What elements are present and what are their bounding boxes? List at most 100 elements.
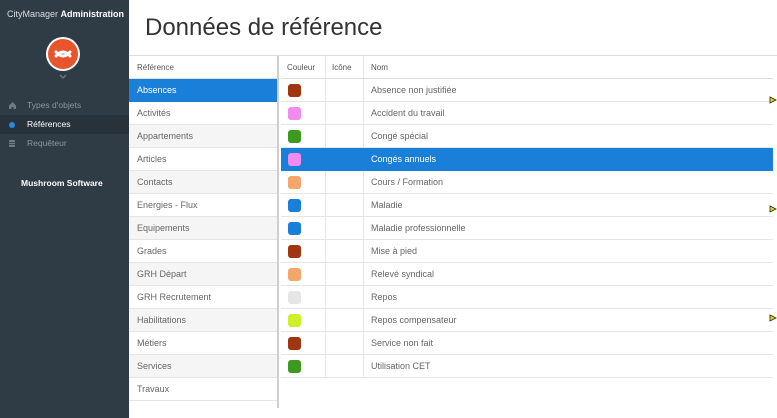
app-suffix: Administration	[60, 9, 125, 19]
reference-item-appartements[interactable]: Appartements	[129, 125, 277, 148]
page-title: Données de référence	[145, 14, 383, 41]
reference-item-grh-depart[interactable]: GRH Départ	[129, 263, 277, 286]
table-body: Absence non justifiée Accident du travail…	[281, 79, 773, 378]
icon-cell	[326, 240, 364, 262]
color-cell	[281, 194, 326, 216]
table-row[interactable]: Repos	[281, 286, 773, 309]
table-row[interactable]: Relevé syndical	[281, 263, 773, 286]
dot-icon	[7, 115, 17, 134]
scroll-right-arrow-icon[interactable]	[769, 96, 777, 104]
scroll-right-arrow-icon[interactable]	[769, 205, 777, 213]
sidebar-item-label: Références	[27, 119, 71, 129]
table-row[interactable]: Utilisation CET	[281, 355, 773, 378]
table-row[interactable]: Service non fait	[281, 332, 773, 355]
color-swatch	[288, 337, 301, 350]
reference-items: Absences Activités Appartements Articles…	[129, 79, 277, 401]
column-header-nom[interactable]: Nom	[364, 56, 773, 78]
icon-cell	[326, 286, 364, 308]
color-cell	[281, 309, 326, 331]
reference-item-equipements[interactable]: Equipements	[129, 217, 277, 240]
reference-item-metiers[interactable]: Métiers	[129, 332, 277, 355]
table-row[interactable]: Congé spécial	[281, 125, 773, 148]
name-cell: Accident du travail	[371, 108, 445, 118]
icon-cell	[326, 263, 364, 285]
table-row[interactable]: Maladie	[281, 194, 773, 217]
table-row[interactable]: Accident du travail	[281, 102, 773, 125]
color-cell	[281, 355, 326, 377]
color-swatch	[288, 84, 301, 97]
color-swatch	[288, 153, 301, 166]
chevron-down-icon[interactable]	[58, 73, 68, 81]
color-swatch	[288, 176, 301, 189]
color-swatch	[288, 360, 301, 373]
database-icon	[7, 134, 17, 153]
color-swatch	[288, 130, 301, 143]
reference-item-habilitations[interactable]: Habilitations	[129, 309, 277, 332]
name-cell: Service non fait	[371, 338, 434, 348]
icon-cell	[326, 194, 364, 216]
color-cell	[281, 102, 326, 124]
icon-cell	[326, 148, 364, 170]
name-cell: Cours / Formation	[371, 177, 444, 187]
reference-item-energies-flux[interactable]: Energies - Flux	[129, 194, 277, 217]
table-row[interactable]: Congés annuels	[281, 148, 773, 171]
color-cell	[281, 171, 326, 193]
color-swatch	[288, 245, 301, 258]
name-cell: Repos	[371, 292, 398, 302]
reference-item-grh-recrutement[interactable]: GRH Recrutement	[129, 286, 277, 309]
name-cell: Utilisation CET	[371, 361, 431, 371]
app-name: CityManager	[7, 9, 59, 19]
color-cell	[281, 79, 326, 101]
home-icon	[7, 96, 17, 115]
table-row[interactable]: Cours / Formation	[281, 171, 773, 194]
mushroom-logo-icon[interactable]	[46, 37, 80, 71]
table-row[interactable]: Maladie professionnelle	[281, 217, 773, 240]
app-title: CityManager Administration	[7, 9, 124, 19]
icon-cell	[326, 125, 364, 147]
color-cell	[281, 148, 326, 170]
name-cell: Maladie	[371, 200, 403, 210]
name-cell: Maladie professionnelle	[371, 223, 466, 233]
company-name: Mushroom Software	[21, 178, 103, 188]
reference-item-services[interactable]: Services	[129, 355, 277, 378]
name-cell: Congés annuels	[371, 154, 437, 164]
icon-cell	[326, 217, 364, 239]
column-header-couleur[interactable]: Couleur	[281, 56, 326, 78]
column-header-icone[interactable]: Icône	[326, 56, 364, 78]
name-cell: Absence non justifiée	[371, 85, 457, 95]
reference-item-contacts[interactable]: Contacts	[129, 171, 277, 194]
scroll-right-arrow-icon[interactable]	[769, 314, 777, 322]
reference-list: Référence Absences Activités Appartement…	[129, 56, 279, 408]
sidebar-item-requeteur[interactable]: Requêteur	[0, 134, 129, 153]
icon-cell	[326, 332, 364, 354]
reference-values-table: Couleur Icône Nom Absence non justifiée A…	[281, 56, 773, 378]
reference-list-header: Référence	[129, 56, 277, 79]
reference-item-articles[interactable]: Articles	[129, 148, 277, 171]
name-cell: Congé spécial	[371, 131, 429, 141]
sidebar-item-label: Types d'objets	[27, 100, 82, 110]
reference-item-grades[interactable]: Grades	[129, 240, 277, 263]
color-cell	[281, 286, 326, 308]
icon-cell	[326, 309, 364, 331]
icon-cell	[326, 171, 364, 193]
icon-cell	[326, 79, 364, 101]
color-cell	[281, 332, 326, 354]
reference-item-travaux[interactable]: Travaux	[129, 378, 277, 401]
color-swatch	[288, 314, 301, 327]
name-cell: Mise à pied	[371, 246, 418, 256]
table-row[interactable]: Absence non justifiée	[281, 79, 773, 102]
table-row[interactable]: Mise à pied	[281, 240, 773, 263]
sidebar-item-references[interactable]: Références	[0, 115, 129, 134]
color-swatch	[288, 268, 301, 281]
color-cell	[281, 240, 326, 262]
color-swatch	[288, 107, 301, 120]
icon-cell	[326, 355, 364, 377]
reference-item-absences[interactable]: Absences	[129, 79, 277, 102]
sidebar-nav: Types d'objets Références Requêteur	[0, 96, 129, 153]
sidebar-item-label: Requêteur	[27, 138, 67, 148]
reference-item-activites[interactable]: Activités	[129, 102, 277, 125]
table-row[interactable]: Repos compensateur	[281, 309, 773, 332]
name-cell: Repos compensateur	[371, 315, 457, 325]
table-header: Couleur Icône Nom	[281, 56, 773, 79]
sidebar-item-types-objets[interactable]: Types d'objets	[0, 96, 129, 115]
